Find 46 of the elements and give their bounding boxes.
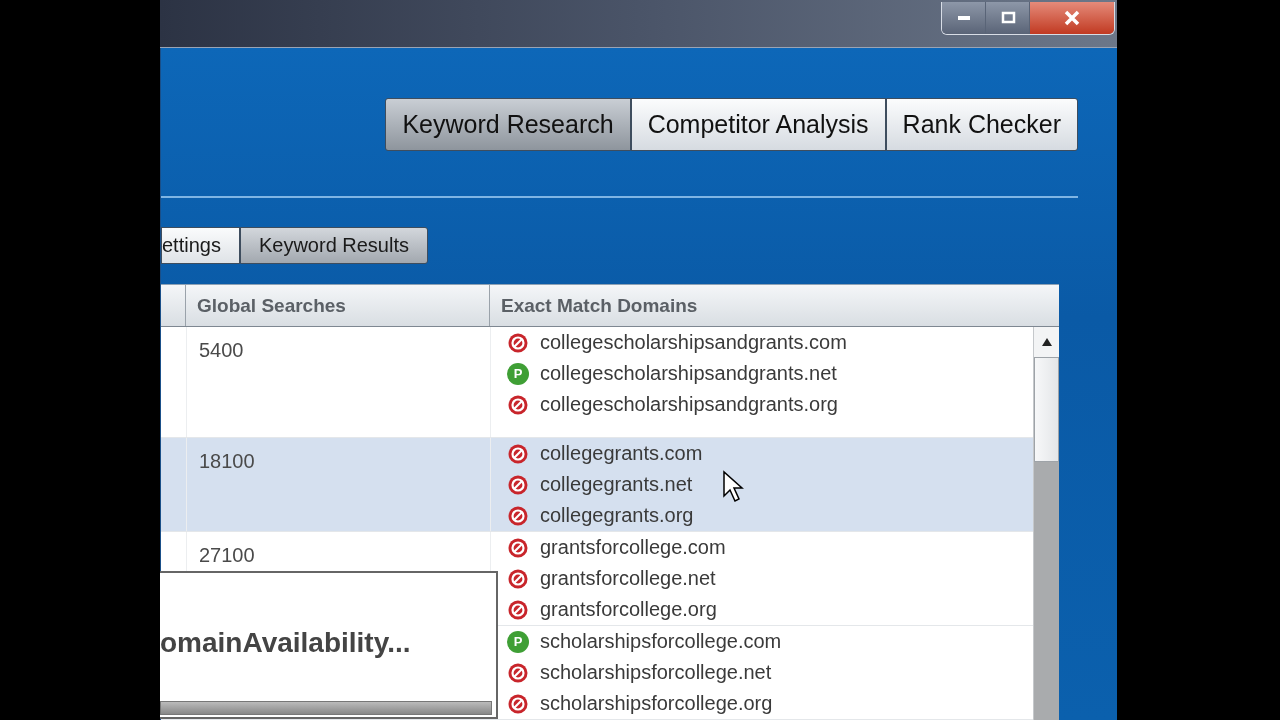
scroll-up-button[interactable] xyxy=(1034,327,1059,357)
domain-name: collegescholarshipsandgrants.org xyxy=(540,393,838,416)
column-header[interactable]: Exact Match Domains xyxy=(490,285,1059,326)
blocked-icon xyxy=(507,661,529,684)
minimize-icon xyxy=(957,16,970,20)
close-icon xyxy=(1063,10,1081,26)
blocked-icon xyxy=(507,393,529,416)
domain-name: collegegrants.org xyxy=(540,504,694,527)
table-cell: 27100 xyxy=(199,544,255,566)
tab[interactable]: Competitor Analysis xyxy=(630,98,886,151)
maximize-icon xyxy=(999,10,1016,26)
table-cell: 18100 xyxy=(199,450,255,472)
blocked-icon xyxy=(507,598,529,621)
column-header[interactable]: Global Searches xyxy=(186,285,490,326)
domain-name: grantsforcollege.com xyxy=(540,536,726,559)
domain-name: collegegrants.com xyxy=(540,442,703,465)
tab[interactable]: Keyword Results xyxy=(239,227,428,264)
tab[interactable]: Keyword Research xyxy=(385,98,631,151)
domain-name: grantsforcollege.org xyxy=(540,598,717,621)
domain-name: scholarshipsforcollege.com xyxy=(540,630,782,653)
table-cell: 5400 xyxy=(199,339,244,361)
maximize-button[interactable] xyxy=(986,2,1030,34)
scroll-thumb[interactable] xyxy=(1034,357,1059,462)
domain-name: scholarshipsforcollege.org xyxy=(540,692,773,715)
tab[interactable]: ettings xyxy=(161,227,240,264)
close-button[interactable] xyxy=(1030,2,1114,34)
domain-name: collegescholarshipsandgrants.com xyxy=(540,331,847,354)
blocked-icon xyxy=(507,536,529,559)
progress-message: omainAvailability... xyxy=(160,627,412,659)
blocked-icon xyxy=(507,504,529,527)
domain-name: collegegrants.net xyxy=(540,473,693,496)
scrollbar[interactable] xyxy=(1033,327,1059,720)
minimize-button[interactable] xyxy=(942,2,986,34)
domain-name: grantsforcollege.net xyxy=(540,567,716,590)
blocked-icon xyxy=(507,567,529,590)
up-arrow-icon xyxy=(1040,337,1053,347)
blocked-icon xyxy=(507,442,529,465)
cursor-icon xyxy=(722,470,746,504)
parked-badge: P xyxy=(507,362,529,385)
blocked-icon xyxy=(507,331,529,354)
domain-name: scholarshipsforcollege.net xyxy=(540,661,772,684)
domain-name: collegescholarshipsandgrants.net xyxy=(540,362,837,385)
blocked-icon xyxy=(507,692,529,715)
tab[interactable]: Rank Checker xyxy=(885,98,1078,151)
blocked-icon xyxy=(507,473,529,496)
parked-badge: P xyxy=(507,630,529,653)
